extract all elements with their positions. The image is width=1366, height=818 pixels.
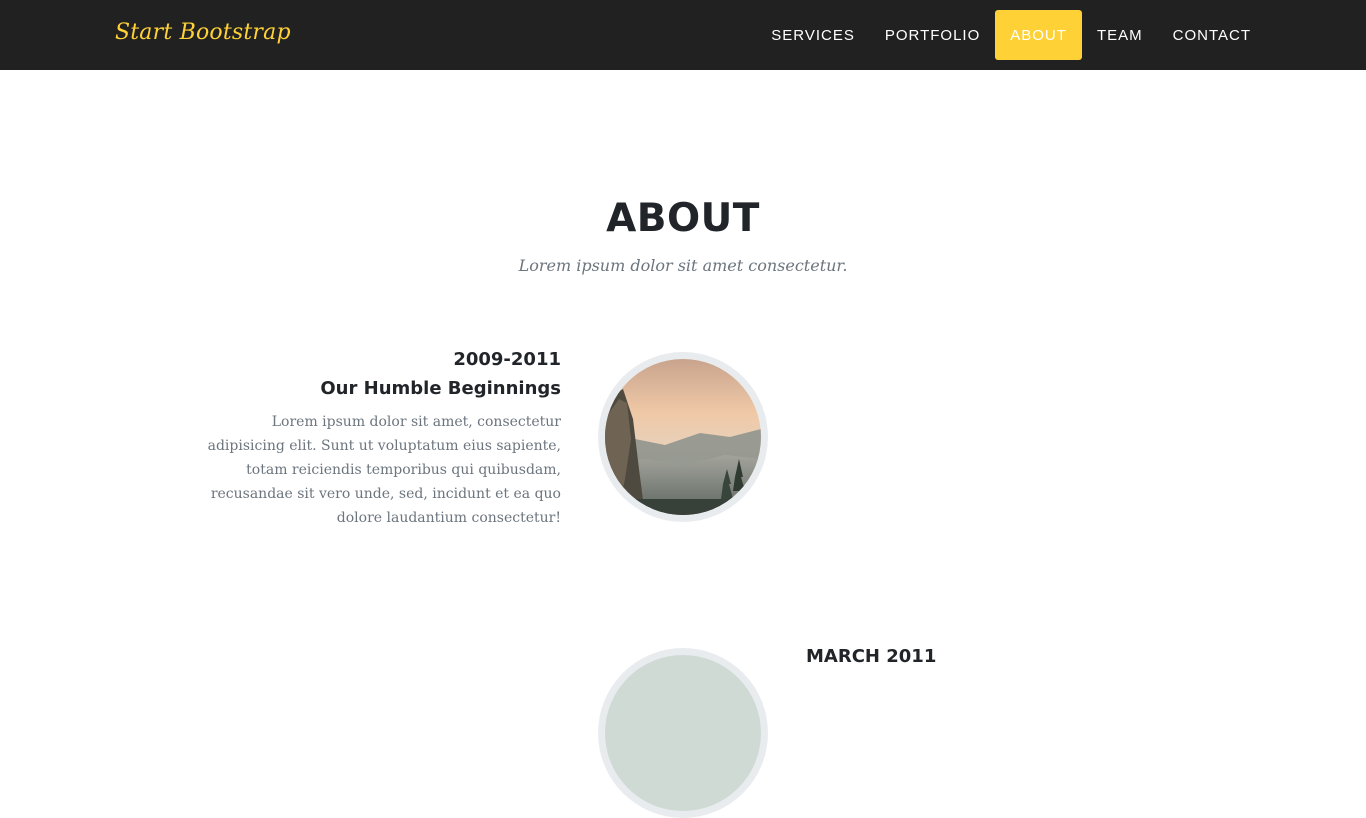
timeline-image-frame [598,352,768,522]
timeline-year: MARCH 2011 [806,646,937,667]
nav-item-contact[interactable]: Contact [1158,10,1266,60]
nav-menu: Services Portfolio About Team Contact [756,10,1266,60]
timeline-image-frame [598,648,768,818]
timeline-image-2 [605,655,761,811]
brand-logo[interactable]: Start Bootstrap [115,20,291,45]
nav-item-portfolio[interactable]: Portfolio [870,10,995,60]
section-title: ABOUT [606,196,760,241]
timeline-year: 2009-2011 [453,349,561,370]
nav-item-services[interactable]: Services [756,10,870,60]
navbar: Start Bootstrap Services Portfolio About… [0,0,1366,70]
nav-item-team[interactable]: Team [1082,10,1158,60]
mountain-valley-image [605,359,761,515]
timeline-body: Lorem ipsum dolor sit amet, consectetur … [207,414,561,526]
nav-item-about[interactable]: About [995,10,1082,60]
timeline-heading: Our Humble Beginnings [320,378,561,399]
section-subtitle: Lorem ipsum dolor sit amet consectetur. [518,256,848,275]
